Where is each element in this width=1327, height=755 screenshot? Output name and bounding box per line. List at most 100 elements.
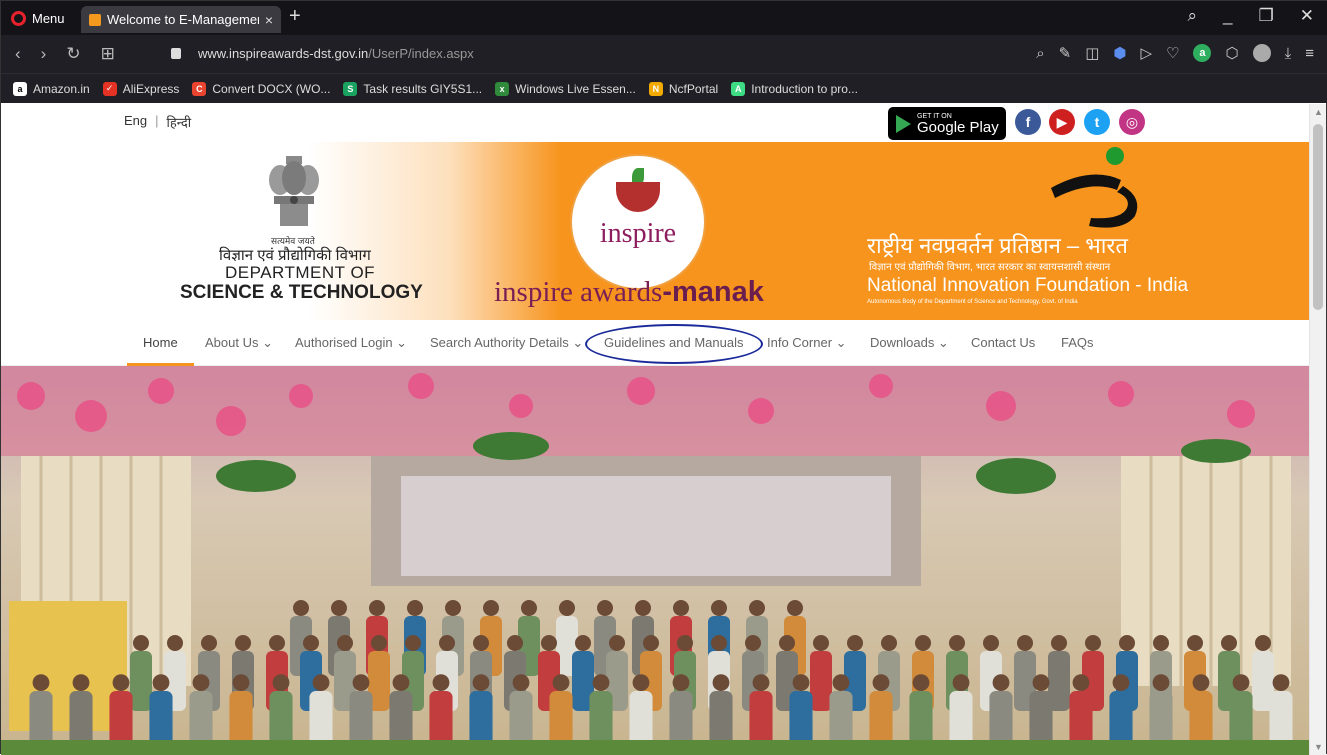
edit-icon[interactable]: ✎ — [1059, 44, 1072, 62]
easy-setup-icon[interactable]: ≡ — [1305, 45, 1314, 62]
lock-icon[interactable] — [171, 48, 181, 59]
nav-about-us[interactable]: About Us ⌄ — [205, 320, 273, 366]
dst-name-line2: SCIENCE & TECHNOLOGY — [180, 282, 423, 303]
tab-favicon-icon — [89, 13, 101, 26]
bookmark-label: NcfPortal — [668, 81, 719, 96]
restore-icon[interactable]: ❐ — [1259, 6, 1274, 26]
download-icon[interactable]: ⤓ — [1285, 45, 1292, 62]
aliexpress-icon: ✓ — [102, 81, 117, 96]
new-tab-button[interactable]: + — [289, 5, 301, 28]
manak-text: -manak — [662, 276, 764, 308]
opera-menu-button[interactable]: Menu — [11, 9, 65, 28]
web-page: Eng | हिन्दी GET IT ON Google Play f ▶ t ◎ — [1, 104, 1311, 755]
speed-dial-icon[interactable]: ⊞ — [101, 44, 115, 64]
browser-window: Menu Welcome to E-Managemen × + ⌕ _ ❐ ✕ … — [0, 0, 1327, 755]
bookmark-item[interactable]: C Convert DOCX (WO... — [192, 81, 331, 96]
search-icon[interactable]: ⌕ — [1188, 6, 1198, 26]
hero-photo-slider[interactable] — [1, 366, 1311, 755]
url-field[interactable]: www.inspireawards-dst.gov.in/UserP/index… — [198, 46, 474, 61]
nav-faqs[interactable]: FAQs — [1061, 320, 1094, 366]
opera-icon — [11, 11, 26, 26]
bookmark-label: Windows Live Essen... — [515, 81, 636, 96]
nif-english-name: National Innovation Foundation - India — [867, 275, 1189, 296]
android-icon: A — [731, 81, 746, 96]
profile-avatar-icon[interactable] — [1252, 44, 1271, 62]
bookmark-item[interactable]: A Introduction to pro... — [731, 81, 858, 96]
close-window-icon[interactable]: ✕ — [1300, 6, 1314, 26]
facebook-icon[interactable]: f — [1015, 109, 1041, 135]
windows-live-icon: x — [495, 81, 510, 96]
scroll-down-icon[interactable]: ▼ — [1314, 742, 1323, 752]
nav-home[interactable]: Home — [127, 320, 194, 366]
reload-icon[interactable]: ↻ — [66, 44, 80, 64]
twitter-icon[interactable]: t — [1084, 109, 1110, 135]
youtube-icon[interactable]: ▶ — [1049, 109, 1075, 135]
navigation-buttons: ‹ › ↻ ⊞ — [15, 44, 115, 64]
bookmark-item[interactable]: S Task results GIY5S1... — [343, 81, 483, 96]
search-page-icon[interactable]: ⌕ — [1036, 45, 1044, 62]
address-bar-icons: ⌕ ✎ ◫ ⬢ ▷ ♡ a ⬡ ⤓ ≡ — [1036, 44, 1314, 62]
bookmark-label: Introduction to pro... — [751, 81, 858, 96]
extensions-cube-icon[interactable]: ⬡ — [1225, 44, 1238, 62]
bookmark-label: Convert DOCX (WO... — [212, 81, 331, 96]
instagram-icon[interactable]: ◎ — [1119, 109, 1145, 135]
language-bar: Eng | हिन्दी GET IT ON Google Play f ▶ t ◎ — [1, 104, 1311, 140]
group-photo-image — [1, 366, 1311, 755]
lang-separator: | — [155, 113, 159, 128]
flow-icon[interactable]: ▷ — [1140, 44, 1152, 62]
scroll-thumb[interactable] — [1313, 124, 1323, 310]
inspire-word: inspire — [599, 218, 677, 249]
language-switcher: Eng | हिन्दी — [124, 113, 191, 131]
active-tab[interactable]: Welcome to E-Managemen × — [81, 6, 281, 33]
bookmark-item[interactable]: x Windows Live Essen... — [495, 81, 636, 96]
page-scrollbar[interactable]: ▲ ▼ — [1309, 104, 1326, 755]
url-path: /UserP/index.aspx — [368, 46, 474, 61]
hand-icon — [616, 182, 660, 212]
nav-downloads[interactable]: Downloads ⌄ — [870, 320, 949, 366]
scroll-up-icon[interactable]: ▲ — [1314, 107, 1323, 117]
account-a-icon[interactable]: a — [1193, 44, 1212, 62]
bookmark-label: Amazon.in — [33, 81, 90, 96]
google-play-badge[interactable]: GET IT ON Google Play — [888, 107, 1006, 140]
menu-label: Menu — [32, 11, 65, 26]
vpn-shield-icon[interactable]: ⬢ — [1113, 44, 1126, 62]
nav-contact-us[interactable]: Contact Us — [971, 320, 1035, 366]
gplay-big-text: Google Play — [917, 118, 999, 136]
national-emblem-icon — [269, 156, 319, 226]
url-host: www.inspireawards-dst.gov.in — [198, 46, 369, 61]
nif-hindi-name: राष्ट्रीय नवप्रवर्तन प्रतिष्ठान – भारत — [867, 233, 1128, 258]
lang-english[interactable]: Eng — [124, 113, 147, 131]
amazon-icon: a — [13, 81, 27, 96]
nav-search-authority[interactable]: Search Authority Details ⌄ — [430, 320, 583, 366]
header-banner: सत्यमेव जयते विज्ञान एवं प्रौद्योगिकी वि… — [1, 142, 1311, 320]
bookmark-label: Task results GIY5S1... — [363, 81, 483, 96]
dst-name-line1: DEPARTMENT OF — [225, 263, 376, 282]
google-play-icon — [896, 114, 911, 133]
inspire-seal-logo[interactable]: inspire — [570, 154, 706, 290]
back-icon[interactable]: ‹ — [15, 44, 21, 64]
nav-authorised-login[interactable]: Authorised Login ⌄ — [295, 320, 407, 366]
close-tab-icon[interactable]: × — [265, 12, 273, 28]
bookmark-item[interactable]: ✓ AliExpress — [102, 81, 180, 96]
title-bar: Menu Welcome to E-Managemen × + ⌕ _ ❐ ✕ — [1, 1, 1327, 35]
forward-icon[interactable]: › — [41, 44, 47, 64]
heart-icon[interactable]: ♡ — [1166, 44, 1179, 62]
bookmark-item[interactable]: a Amazon.in — [13, 81, 90, 96]
address-bar: ‹ › ↻ ⊞ www.inspireawards-dst.gov.in/Use… — [1, 35, 1327, 73]
lang-hindi[interactable]: हिन्दी — [167, 113, 192, 131]
ncfportal-icon: N — [648, 81, 663, 96]
bookmark-item[interactable]: N NcfPortal — [648, 81, 719, 96]
nif-tagline: Autonomous Body of the Department of Sci… — [867, 299, 1078, 305]
bookmark-label: AliExpress — [122, 81, 180, 96]
bookmarks-bar: a Amazon.in ✓ AliExpress C Convert DOCX (WO..… — [1, 73, 1327, 103]
snapshot-icon[interactable]: ◫ — [1085, 44, 1099, 62]
nif-hindi-subtitle: विज्ञान एवं प्रौद्योगिकी विभाग, भारत सरक… — [869, 262, 1111, 273]
convert-icon: C — [192, 81, 207, 96]
task-icon: S — [343, 81, 358, 96]
main-navigation: Home About Us ⌄ Authorised Login ⌄ Searc… — [1, 320, 1311, 366]
minimize-icon[interactable]: _ — [1223, 6, 1232, 26]
nif-logo-icon[interactable] — [1031, 146, 1171, 236]
window-controls: ⌕ _ ❐ ✕ — [1188, 6, 1315, 26]
dst-hindi-name: विज्ञान एवं प्रौद्योगिकी विभाग — [219, 247, 371, 264]
nav-info-corner[interactable]: Info Corner ⌄ — [767, 320, 847, 366]
